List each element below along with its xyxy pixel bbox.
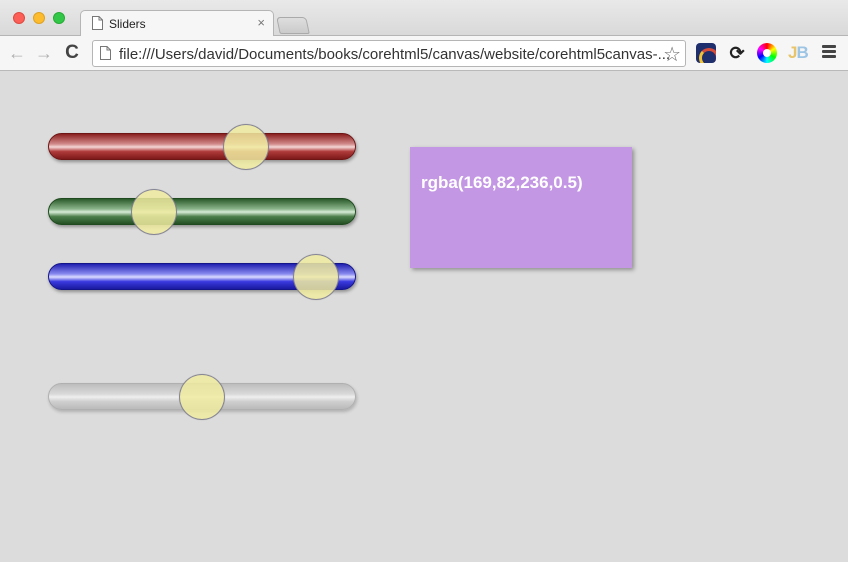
bookmark-star-icon[interactable]: ☆: [663, 42, 681, 67]
url-text[interactable]: file:///Users/david/Documents/books/core…: [119, 46, 670, 63]
browser-toolbar: ← → C file:///Users/david/Documents/book…: [0, 36, 848, 71]
green-slider-knob[interactable]: [131, 188, 178, 235]
page-icon: [92, 16, 103, 30]
color-swatch: rgba(169,82,236,0.5): [410, 147, 632, 268]
forward-arrow-icon[interactable]: →: [34, 43, 54, 63]
window-close-button[interactable]: [13, 12, 25, 24]
green-slider-track[interactable]: [48, 198, 356, 225]
jb-icon[interactable]: JB: [788, 43, 809, 63]
color-value-label: rgba(169,82,236,0.5): [421, 173, 583, 192]
new-tab-button[interactable]: [276, 17, 310, 34]
reload-icon[interactable]: C: [62, 43, 82, 63]
tab-sliders[interactable]: Sliders ×: [80, 10, 274, 37]
address-bar[interactable]: file:///Users/david/Documents/books/core…: [92, 40, 686, 67]
alpha-slider-knob[interactable]: [179, 373, 225, 420]
sync-icon[interactable]: ⟳: [727, 43, 747, 63]
speed-gauge-icon[interactable]: [696, 43, 716, 63]
window-maximize-button[interactable]: [53, 12, 65, 24]
blue-slider-knob[interactable]: [293, 253, 340, 300]
red-slider-track[interactable]: [48, 133, 356, 160]
color-wheel-icon[interactable]: [757, 43, 777, 63]
tab-title: Sliders: [109, 17, 146, 31]
menu-icon[interactable]: [822, 45, 836, 60]
red-slider-knob[interactable]: [222, 123, 269, 170]
back-arrow-icon[interactable]: ←: [7, 43, 27, 63]
tab-close-icon[interactable]: ×: [257, 15, 265, 30]
window-minimize-button[interactable]: [33, 12, 45, 24]
tab-strip: Sliders ×: [0, 0, 848, 37]
page-icon: [100, 46, 111, 60]
page-content: rgba(169,82,236,0.5): [0, 72, 848, 562]
